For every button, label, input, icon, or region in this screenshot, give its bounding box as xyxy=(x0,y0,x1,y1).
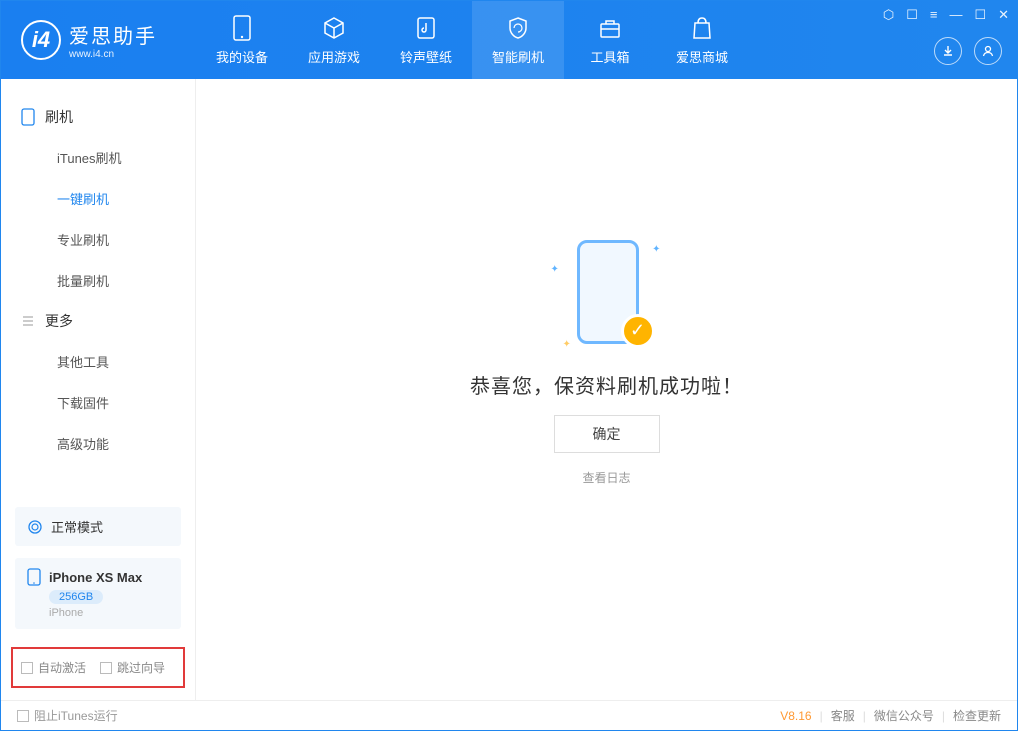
nav-apps-games[interactable]: 应用游戏 xyxy=(288,1,380,79)
app-header: i4 爱思助手 www.i4.cn 我的设备 应用游戏 铃声壁纸 智能刷机 工具… xyxy=(1,1,1017,79)
shirt-icon[interactable]: ⬡ xyxy=(883,7,894,23)
phone-icon xyxy=(229,15,255,41)
sync-icon xyxy=(27,519,43,535)
sidebar-group-flash: 刷机 xyxy=(1,97,195,137)
wechat-link[interactable]: 微信公众号 xyxy=(874,707,934,724)
checkbox-label: 自动激活 xyxy=(38,659,86,676)
toolbox-icon xyxy=(597,15,623,41)
nav-toolbox[interactable]: 工具箱 xyxy=(564,1,656,79)
sidebar: 刷机 iTunes刷机 一键刷机 专业刷机 批量刷机 更多 其他工具 下载固件 … xyxy=(1,79,196,700)
nav-smart-flash[interactable]: 智能刷机 xyxy=(472,1,564,79)
user-button[interactable] xyxy=(974,37,1002,65)
separator: | xyxy=(863,709,866,723)
main-content: ✦ ✦ ✦ ✓ 恭喜您，保资料刷机成功啦！ 确定 查看日志 xyxy=(196,79,1017,700)
separator: | xyxy=(820,709,823,723)
sidebar-group-more: 更多 xyxy=(1,301,195,341)
group-title: 刷机 xyxy=(45,107,73,127)
download-icon xyxy=(941,44,955,58)
sidebar-item-oneclick-flash[interactable]: 一键刷机 xyxy=(1,178,195,219)
checkbox-icon xyxy=(21,662,33,674)
footer-left: 阻止iTunes运行 xyxy=(17,707,118,724)
success-illustration: ✦ ✦ ✦ ✓ xyxy=(557,234,657,354)
nav-label: 应用游戏 xyxy=(308,47,360,66)
check-update-link[interactable]: 检查更新 xyxy=(953,707,1001,724)
app-body: 刷机 iTunes刷机 一键刷机 专业刷机 批量刷机 更多 其他工具 下载固件 … xyxy=(1,79,1017,700)
sidebar-item-pro-flash[interactable]: 专业刷机 xyxy=(1,219,195,260)
status-bar: 阻止iTunes运行 V8.16 | 客服 | 微信公众号 | 检查更新 xyxy=(1,700,1017,730)
close-button[interactable]: ✕ xyxy=(998,7,1009,23)
phone-small-icon xyxy=(21,108,35,126)
checkbox-icon xyxy=(100,662,112,674)
sidebar-item-other-tools[interactable]: 其他工具 xyxy=(1,341,195,382)
highlighted-options-box: 自动激活 跳过向导 xyxy=(11,647,185,688)
mode-label: 正常模式 xyxy=(51,517,103,536)
checkbox-block-itunes[interactable]: 阻止iTunes运行 xyxy=(17,707,118,724)
sparkle-icon: ✦ xyxy=(652,244,660,255)
header-right-buttons xyxy=(934,37,1002,65)
sidebar-item-download-firmware[interactable]: 下载固件 xyxy=(1,382,195,423)
device-box[interactable]: iPhone XS Max 256GB iPhone xyxy=(15,558,181,629)
user-icon xyxy=(981,44,995,58)
sidebar-item-itunes-flash[interactable]: iTunes刷机 xyxy=(1,137,195,178)
app-logo-icon: i4 xyxy=(21,20,61,60)
refresh-shield-icon xyxy=(505,15,531,41)
nav-my-device[interactable]: 我的设备 xyxy=(196,1,288,79)
mode-box[interactable]: 正常模式 xyxy=(15,507,181,546)
cube-icon xyxy=(321,15,347,41)
checkbox-skip-guide[interactable]: 跳过向导 xyxy=(100,659,165,676)
checkbox-label: 跳过向导 xyxy=(117,659,165,676)
bag-icon xyxy=(689,15,715,41)
support-link[interactable]: 客服 xyxy=(831,707,855,724)
nav-label: 智能刷机 xyxy=(492,47,544,66)
app-subtitle: www.i4.cn xyxy=(69,49,157,60)
nav-label: 我的设备 xyxy=(216,47,268,66)
main-nav: 我的设备 应用游戏 铃声壁纸 智能刷机 工具箱 爱思商城 xyxy=(196,1,748,79)
device-name: iPhone XS Max xyxy=(49,570,142,585)
checkbox-icon xyxy=(17,710,29,722)
checkbox-label: 阻止iTunes运行 xyxy=(34,707,118,724)
nav-label: 爱思商城 xyxy=(676,47,728,66)
separator: | xyxy=(942,709,945,723)
device-phone-icon xyxy=(27,568,41,586)
nav-ringtone-wallpaper[interactable]: 铃声壁纸 xyxy=(380,1,472,79)
version-label: V8.16 xyxy=(780,709,811,723)
success-message: 恭喜您，保资料刷机成功啦！ xyxy=(470,370,743,399)
footer-right: V8.16 | 客服 | 微信公众号 | 检查更新 xyxy=(780,707,1001,724)
menu-icon[interactable]: ≡ xyxy=(930,7,938,23)
ok-button[interactable]: 确定 xyxy=(554,415,660,453)
app-title: 爱思助手 xyxy=(69,20,157,49)
device-name-row: iPhone XS Max xyxy=(27,568,169,586)
music-file-icon xyxy=(413,15,439,41)
download-button[interactable] xyxy=(934,37,962,65)
sidebar-item-advanced[interactable]: 高级功能 xyxy=(1,423,195,464)
view-log-link[interactable]: 查看日志 xyxy=(582,469,630,486)
sparkle-icon: ✦ xyxy=(563,339,571,350)
feedback-icon[interactable]: ☐ xyxy=(906,7,918,23)
nav-label: 铃声壁纸 xyxy=(400,47,452,66)
maximize-button[interactable]: ☐ xyxy=(974,7,986,23)
window-controls: ⬡ ☐ ≡ — ☐ ✕ xyxy=(883,7,1009,23)
logo-section: i4 爱思助手 www.i4.cn xyxy=(1,20,196,60)
check-badge-icon: ✓ xyxy=(621,314,655,348)
nav-label: 工具箱 xyxy=(590,47,629,66)
minimize-button[interactable]: — xyxy=(949,7,962,23)
nav-store[interactable]: 爱思商城 xyxy=(656,1,748,79)
sidebar-item-batch-flash[interactable]: 批量刷机 xyxy=(1,260,195,301)
checkbox-auto-activate[interactable]: 自动激活 xyxy=(21,659,86,676)
device-type: iPhone xyxy=(49,607,169,619)
group-title: 更多 xyxy=(45,311,73,331)
device-capacity: 256GB xyxy=(49,590,103,604)
sparkle-icon: ✦ xyxy=(551,264,559,275)
logo-text: 爱思助手 www.i4.cn xyxy=(69,20,157,60)
list-icon xyxy=(21,314,35,328)
